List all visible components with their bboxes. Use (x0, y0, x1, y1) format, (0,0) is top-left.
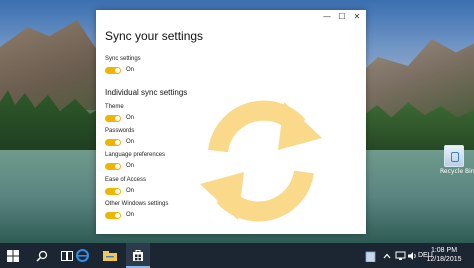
desktop-icon-recycle-bin[interactable]: Recycle Bin (440, 145, 474, 177)
store-button[interactable] (126, 243, 150, 268)
clock-date: 12/18/2015 (426, 256, 462, 263)
tray-recycle-bin[interactable] (362, 243, 378, 268)
passwords-toggle[interactable] (105, 138, 121, 146)
settings-window: — ☐ ✕ Sync your settings Sync settings O… (96, 10, 366, 234)
toggle-state: On (126, 163, 135, 169)
recycle-bin-icon (444, 145, 464, 167)
language-preferences-toggle[interactable] (105, 162, 121, 170)
toggle-state: On (126, 115, 135, 121)
sync-arrows-icon (200, 100, 322, 222)
other-windows-settings-toggle[interactable] (105, 211, 121, 219)
wallpaper-mountain-right (354, 39, 474, 120)
speaker-icon (407, 251, 416, 260)
start-icon (7, 249, 19, 262)
search-icon (36, 250, 48, 262)
toggle-state: On (126, 139, 135, 145)
settings-content: Sync your settings Sync settings On Indi… (105, 28, 255, 219)
network-icon (395, 251, 405, 260)
volume-button[interactable] (406, 243, 418, 268)
chevron-up-icon (383, 253, 391, 258)
taskbar: DEU 1:08 PM 12/18/2015 (0, 243, 474, 268)
edge-button[interactable] (70, 243, 94, 268)
file-explorer-button[interactable] (98, 243, 122, 268)
file-explorer-icon (103, 251, 117, 261)
search-button[interactable] (30, 243, 54, 268)
toggle-state: On (126, 212, 135, 218)
toggle-state: On (126, 67, 135, 73)
sync-settings-toggle[interactable] (105, 66, 121, 74)
show-hidden-icons-button[interactable] (382, 243, 392, 268)
recycle-bin-icon (365, 251, 375, 262)
desktop-icon-label: Recycle Bin (440, 168, 474, 175)
start-button[interactable] (0, 243, 26, 268)
network-button[interactable] (394, 243, 406, 268)
page-title: Sync your settings (105, 29, 204, 43)
ease-of-access-toggle[interactable] (105, 187, 121, 195)
clock[interactable]: 1:08 PM 12/18/2015 (424, 246, 464, 264)
edge-icon (75, 249, 89, 262)
section-heading: Individual sync settings (105, 88, 188, 97)
toggle-state: On (126, 188, 135, 194)
setting-sync-settings: Sync settings On (105, 55, 255, 75)
wallpaper-mountain-left (0, 20, 110, 110)
store-icon (133, 249, 143, 261)
close-button[interactable]: ✕ (348, 10, 366, 24)
setting-label: Sync settings (105, 56, 141, 62)
theme-toggle[interactable] (105, 114, 121, 122)
clock-time: 1:08 PM (430, 247, 458, 254)
title-bar[interactable]: — ☐ ✕ (96, 10, 366, 24)
